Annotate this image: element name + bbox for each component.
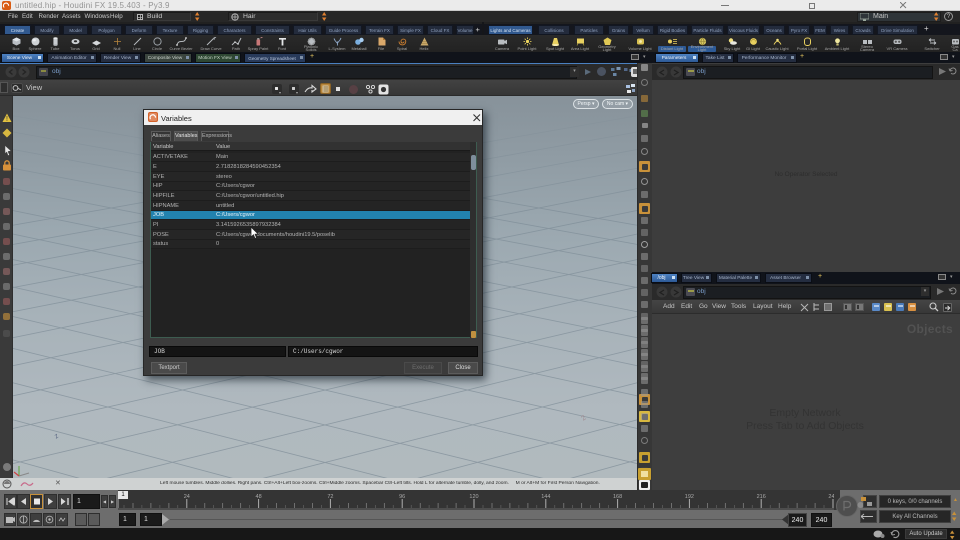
svg-text:120: 120 (469, 494, 478, 500)
svg-text:216: 216 (757, 494, 766, 500)
svg-text:!: ! (6, 116, 8, 123)
svg-text:144: 144 (541, 494, 550, 500)
svg-text:168: 168 (613, 494, 622, 500)
svg-text:192: 192 (685, 494, 694, 500)
svg-text:96: 96 (399, 494, 405, 500)
svg-text:48: 48 (256, 494, 262, 500)
svg-text:24: 24 (184, 494, 190, 500)
svg-text:72: 72 (327, 494, 333, 500)
